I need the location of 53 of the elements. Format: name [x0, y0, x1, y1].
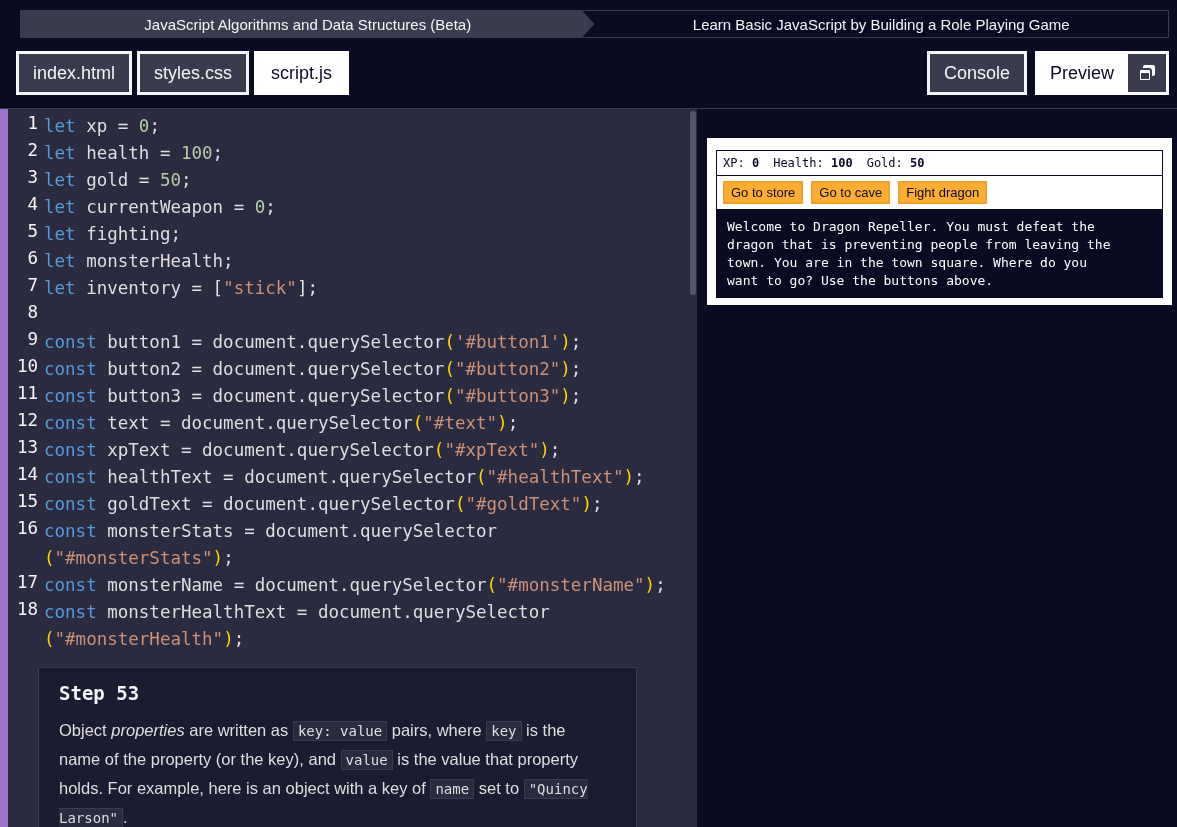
line-number: 9 — [26, 329, 38, 351]
line-number: 6 — [26, 248, 38, 270]
code-line: let xp = 0; — [44, 115, 160, 138]
line-number: 7 — [26, 275, 38, 297]
line-number: 17 — [15, 572, 38, 594]
code-line: const text = document.querySelector("#text"); — [44, 412, 519, 435]
code-line: let fighting; — [44, 223, 181, 246]
file-tab[interactable]: script.js — [254, 51, 350, 95]
code-line: let currentWeapon = 0; — [44, 196, 276, 219]
line-number: 14 — [15, 464, 38, 486]
preview-button[interactable]: Preview — [1034, 51, 1169, 95]
line-number: 1 — [26, 113, 38, 135]
code-line: const button3 = document.querySelector("#button3"); — [44, 385, 582, 408]
step-title: Step 53 — [59, 682, 141, 704]
code-line: let inventory = ["stick"]; — [44, 277, 318, 300]
code-line: let health = 100; — [44, 142, 224, 165]
line-number: 18 — [15, 599, 38, 621]
code-line: const monsterStats = document.querySelector — [44, 520, 498, 543]
code-line: const xpText = document.querySelector("#xpText"); — [44, 439, 561, 462]
line-number: 12 — [15, 410, 38, 432]
code-line: const goldText = document.querySelector("#goldText"); — [44, 493, 603, 516]
breadcrumb-link[interactable]: Learn Basic JavaScript by Building a Role Playing Game — [594, 11, 1168, 37]
line-number: 2 — [26, 140, 38, 162]
code-line: ("#monsterHealth"); — [44, 628, 246, 651]
breadcrumb-link[interactable]: JavaScript Algorithms and Data Structures (Beta) — [21, 11, 595, 37]
code-line: const button2 = document.querySelector("#button2"); — [44, 358, 582, 381]
stat-text: Gold: 50 — [866, 156, 925, 170]
file-tab[interactable]: styles.css — [137, 51, 250, 95]
line-number: 4 — [26, 194, 38, 216]
code-line: const healthText = document.querySelector("#healthText"); — [44, 466, 645, 489]
line-number: 16 — [15, 518, 38, 540]
line-number: 5 — [26, 221, 38, 243]
game-text: Welcome to Dragon Repeller. You must defeat the dragon that is preventing people from leaving the town. You are in the town square. Where do you want to go? Use the buttons above. — [716, 210, 1163, 298]
line-number: 11 — [15, 383, 38, 405]
line-number: 3 — [26, 167, 38, 189]
line-number: 15 — [15, 491, 38, 513]
code-line: const button1 = document.querySelector('#button1'); — [44, 331, 582, 354]
step-description: Object properties are written as key: value pairs, where key is the name of the property (or the key), and value is the value that property holds. For example, here is an object with a key of name set to "Quincy Larson" . — [59, 720, 589, 827]
code-line: let monsterHealth; — [44, 250, 234, 273]
code-line: const monsterHealthText = document.querySelector — [44, 601, 550, 624]
code-line: ("#monsterStats"); — [44, 547, 235, 570]
game-button[interactable]: Fight dragon — [898, 181, 988, 204]
console-button[interactable]: Console — [926, 51, 1027, 95]
code-line: const monsterName = document.querySelector("#monsterName"); — [44, 574, 666, 597]
stat-text: Health: 100 — [773, 156, 853, 170]
file-tab[interactable]: index.html — [16, 51, 133, 95]
game-button[interactable]: Go to cave — [811, 181, 891, 204]
line-number: 8 — [26, 302, 38, 324]
stat-text: XP: 0 — [723, 156, 760, 170]
game-button[interactable]: Go to store — [723, 181, 804, 204]
code-line: let gold = 50; — [44, 169, 192, 192]
line-number: 10 — [15, 356, 38, 378]
line-number: 13 — [15, 437, 38, 459]
